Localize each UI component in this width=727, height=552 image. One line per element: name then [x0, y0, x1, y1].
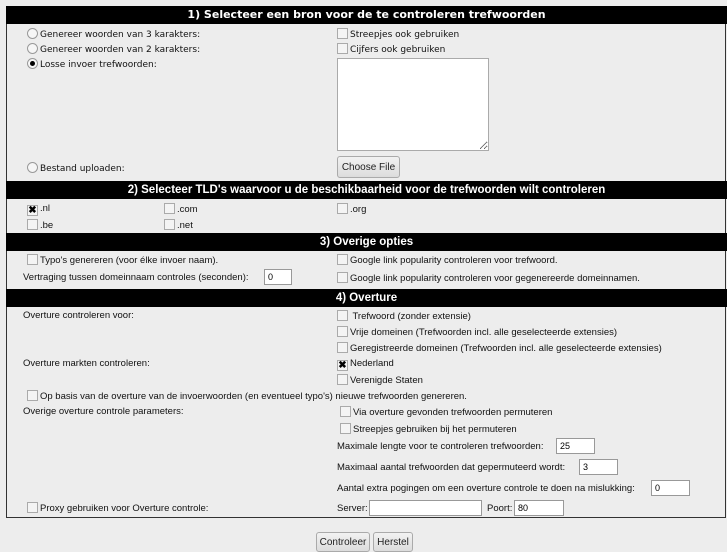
checkbox-checked[interactable]: ✖ — [27, 205, 38, 216]
checkbox-permute-dashes[interactable]: Streepjes gebruiken bij het permuteren — [340, 423, 517, 435]
radio-generate-3[interactable]: Genereer woorden van 3 karakters: — [27, 28, 200, 40]
section4-header: 4) Overture — [6, 289, 727, 307]
checkbox-label: Streepjes gebruiken bij het permuteren — [353, 424, 517, 435]
checkbox-label: Verenigde Staten — [350, 375, 423, 386]
checkbox[interactable] — [337, 310, 348, 321]
checkbox-label: Google link popularity controleren voor … — [350, 255, 558, 266]
radio-button[interactable] — [27, 28, 38, 39]
checkbox[interactable] — [164, 203, 175, 214]
checkbox[interactable] — [337, 326, 348, 337]
server-input[interactable] — [369, 500, 482, 516]
checkbox-label: Vrije domeinen (Trefwoorden incl. alle g… — [350, 327, 618, 338]
checkbox-label: Nederland — [350, 358, 394, 369]
keywords-textarea[interactable] — [337, 58, 489, 151]
radio-manual-input[interactable]: Losse invoer trefwoorden: — [27, 58, 157, 70]
other-params-label: Overige overture controle parameters: — [23, 406, 184, 417]
checkbox[interactable] — [337, 272, 348, 283]
radio-button[interactable] — [27, 43, 38, 54]
radio-button[interactable] — [27, 162, 38, 173]
checkbox-google-keyword[interactable]: Google link popularity controleren voor … — [337, 254, 558, 266]
checkbox-label: .be — [40, 220, 54, 231]
server-label: Server: — [337, 503, 368, 514]
checkbox-permute-found[interactable]: Via overture gevonden trefwoorden permut… — [340, 406, 552, 418]
tld-org[interactable]: .org — [337, 203, 366, 215]
checkbox-label: .nl — [40, 203, 51, 214]
max-permuted-label: Maximaal aantal trefwoorden dat gepermut… — [337, 462, 566, 473]
reset-button[interactable]: Herstel — [373, 532, 413, 552]
checkbox-google-generated[interactable]: Google link popularity controleren voor … — [337, 272, 640, 284]
checkbox-label: Trefwoord (zonder extensie) — [350, 311, 471, 322]
checkbox-digits[interactable]: Cijfers ook gebruiken — [337, 43, 445, 55]
checkbox[interactable] — [27, 390, 38, 401]
section1-header: 1) Selecteer een bron voor de te control… — [6, 6, 727, 24]
checkbox[interactable] — [337, 203, 348, 214]
checkbox[interactable] — [337, 43, 348, 54]
checkbox[interactable] — [340, 406, 351, 417]
retries-label: Aantal extra pogingen om een overture co… — [337, 483, 635, 494]
checkbox-label: .net — [177, 220, 193, 231]
max-length-label: Maximale lengte voor te controleren tref… — [337, 441, 544, 452]
checkbox-market-us[interactable]: Verenigde Staten — [337, 374, 423, 386]
checkbox-label: .org — [350, 204, 367, 215]
checkbox-label: .com — [177, 204, 198, 215]
tld-com[interactable]: .com — [164, 203, 198, 215]
retries-input[interactable] — [651, 480, 690, 496]
checkbox[interactable] — [27, 219, 38, 230]
checkbox-overture-registered[interactable]: Geregistreerde domeinen (Trefwoorden inc… — [337, 342, 662, 354]
checkbox-label: Proxy gebruiken voor Overture controle: — [40, 503, 209, 514]
checkbox[interactable] — [337, 374, 348, 385]
checkbox-proxy[interactable]: Proxy gebruiken voor Overture controle: — [27, 502, 208, 514]
checkbox[interactable] — [164, 219, 175, 230]
checkbox-label: Via overture gevonden trefwoorden permut… — [353, 407, 553, 418]
checkbox-typos[interactable]: Typo's genereren (voor élke invoer naam)… — [27, 254, 218, 266]
tld-nl[interactable]: ✖ .nl — [27, 203, 50, 216]
tld-be[interactable]: .be — [27, 219, 53, 231]
checkbox-generate-new[interactable]: Op basis van de overture van de invoerwo… — [27, 390, 467, 402]
checkbox[interactable] — [27, 254, 38, 265]
checkbox-label: Google link popularity controleren voor … — [350, 273, 640, 284]
radio-generate-2[interactable]: Genereer woorden van 2 karakters: — [27, 43, 200, 55]
checkbox[interactable] — [337, 342, 348, 353]
choose-file-button[interactable]: Choose File — [337, 156, 400, 178]
checkbox-label: Typo's genereren (voor élke invoer naam)… — [40, 255, 219, 266]
tld-net[interactable]: .net — [164, 219, 193, 231]
section2-header: 2) Selecteer TLD's waarvoor u de beschik… — [6, 181, 727, 199]
delay-label: Vertraging tussen domeinnaam controles (… — [23, 272, 249, 283]
radio-button-selected[interactable] — [27, 58, 38, 69]
checkbox[interactable] — [337, 28, 348, 39]
check-for-label: Overture controleren voor: — [23, 310, 134, 321]
max-length-input[interactable] — [556, 438, 595, 454]
port-input[interactable] — [514, 500, 564, 516]
radio-label: Losse invoer trefwoorden: — [40, 60, 157, 70]
checkbox-dashes[interactable]: Streepjes ook gebruiken — [337, 28, 459, 40]
delay-input[interactable] — [264, 269, 292, 285]
max-permuted-input[interactable] — [579, 459, 618, 475]
checkbox-label: Cijfers ook gebruiken — [350, 45, 446, 55]
section3-header: 3) Overige opties — [6, 233, 727, 251]
submit-button[interactable]: Controleer — [316, 532, 370, 552]
checkbox-checked[interactable]: ✖ — [337, 360, 348, 371]
checkbox-label: Streepjes ook gebruiken — [350, 30, 460, 40]
checkbox-overture-free[interactable]: Vrije domeinen (Trefwoorden incl. alle g… — [337, 326, 617, 338]
checkbox[interactable] — [27, 502, 38, 513]
radio-file-upload[interactable]: Bestand uploaden: — [27, 162, 125, 174]
checkbox-label: Geregistreerde domeinen (Trefwoorden inc… — [350, 343, 662, 354]
checkbox-overture-keyword[interactable]: Trefwoord (zonder extensie) — [337, 310, 471, 322]
checkbox-label: Op basis van de overture van de invoerwo… — [40, 391, 467, 402]
checkbox[interactable] — [340, 423, 351, 434]
checkbox[interactable] — [337, 254, 348, 265]
radio-label: Genereer woorden van 2 karakters: — [40, 45, 201, 55]
markets-label: Overture markten controleren: — [23, 358, 150, 369]
port-label: Poort: — [487, 503, 513, 514]
radio-label: Genereer woorden van 3 karakters: — [40, 30, 201, 40]
checkbox-market-nl[interactable]: ✖ Nederland — [337, 358, 394, 371]
radio-label: Bestand uploaden: — [40, 164, 125, 174]
